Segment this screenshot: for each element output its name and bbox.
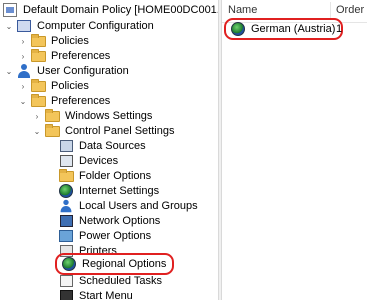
chevron-right-icon[interactable]: › — [18, 48, 28, 64]
power-options-icon — [58, 228, 74, 244]
tree-item-windows-settings[interactable]: › Windows Settings — [32, 108, 154, 124]
console-tree[interactable]: Default Domain Policy [HOME00DC001.HOME … — [0, 0, 218, 300]
network-options-icon — [58, 213, 74, 229]
chevron-right-icon[interactable]: › — [32, 108, 42, 124]
folder-icon — [30, 48, 46, 64]
start-menu-icon — [58, 288, 74, 300]
column-header-name[interactable]: Name — [228, 4, 257, 16]
tree-item-start-menu[interactable]: Start Menu — [58, 288, 135, 300]
chevron-right-icon[interactable]: › — [18, 78, 28, 94]
tree-item-label: Computer Configuration — [37, 20, 154, 32]
tree-item-network-options[interactable]: Network Options — [58, 213, 162, 229]
tree-item-computer-configuration[interactable]: ⌄ Computer Configuration — [4, 18, 156, 34]
tree-root-label: Default Domain Policy [HOME00DC001.HOME — [23, 4, 218, 16]
chevron-down-icon[interactable]: ⌄ — [18, 93, 28, 109]
tree-item-label: Windows Settings — [65, 110, 153, 122]
tree-item-label: Local Users and Groups — [79, 200, 198, 212]
tree-item-regional-options[interactable]: Regional Options — [55, 253, 175, 275]
folder-icon — [44, 108, 60, 124]
tree-item-label: Policies — [51, 80, 89, 92]
tree-item-label: Policies — [51, 35, 89, 47]
tree-item-folder-options[interactable]: Folder Options — [58, 168, 153, 184]
tree-item-uc-policies[interactable]: › Policies — [18, 78, 91, 94]
chevron-down-icon[interactable]: ⌄ — [4, 63, 14, 79]
selection-highlight-ring: Regional Options — [55, 253, 175, 275]
folder-options-icon — [58, 168, 74, 184]
tree-item-scheduled-tasks[interactable]: Scheduled Tasks — [58, 273, 164, 289]
tree-item-label: Internet Settings — [79, 185, 160, 197]
tree-item-label: Control Panel Settings — [65, 125, 175, 137]
chevron-right-icon[interactable]: › — [18, 33, 28, 49]
globe-icon — [230, 21, 246, 37]
tree-item-label: Start Menu — [79, 290, 133, 300]
tree-item-label: Scheduled Tasks — [79, 275, 162, 287]
tree-item-uc-preferences[interactable]: ⌄ Preferences — [18, 93, 112, 109]
tree-item-cc-policies[interactable]: › Policies — [18, 33, 91, 49]
folder-icon — [30, 78, 46, 94]
tree-item-label: Preferences — [51, 95, 111, 107]
list-row-name: German (Austria) — [251, 23, 336, 35]
data-sources-icon — [58, 138, 74, 154]
tree-item-cc-preferences[interactable]: › Preferences — [18, 48, 112, 64]
chevron-down-icon[interactable]: ⌄ — [32, 123, 42, 139]
tree-item-local-users-and-groups[interactable]: Local Users and Groups — [58, 198, 200, 214]
scheduled-tasks-icon — [58, 273, 74, 289]
folder-icon — [44, 123, 60, 139]
local-users-icon — [58, 198, 74, 214]
computer-icon — [16, 18, 32, 34]
column-header-order[interactable]: Order — [336, 4, 364, 16]
globe-icon — [61, 256, 77, 272]
list-row[interactable]: German (Austria) 1 — [224, 18, 364, 40]
user-icon — [16, 63, 32, 79]
tree-item-internet-settings[interactable]: Internet Settings — [58, 183, 161, 199]
tree-item-data-sources[interactable]: Data Sources — [58, 138, 148, 154]
tree-root[interactable]: Default Domain Policy [HOME00DC001.HOME — [2, 2, 218, 18]
policy-icon — [2, 2, 18, 18]
devices-icon — [58, 153, 74, 169]
details-list[interactable]: Name Order German (Austria) 1 — [222, 0, 367, 300]
chevron-down-icon[interactable]: ⌄ — [4, 18, 14, 34]
folder-icon — [30, 93, 46, 109]
tree-item-label: User Configuration — [37, 65, 129, 77]
tree-item-control-panel-settings[interactable]: ⌄ Control Panel Settings — [32, 123, 176, 139]
tree-item-label: Data Sources — [79, 140, 146, 152]
tree-item-user-configuration[interactable]: ⌄ User Configuration — [4, 63, 131, 79]
folder-icon — [30, 33, 46, 49]
tree-item-label: Regional Options — [82, 258, 167, 270]
tree-item-label: Devices — [79, 155, 119, 167]
tree-item-label: Preferences — [51, 50, 111, 62]
selection-highlight-ring: German (Austria) — [224, 18, 344, 40]
tree-item-devices[interactable]: Devices — [58, 153, 120, 169]
internet-settings-icon — [58, 183, 74, 199]
tree-item-label: Network Options — [79, 215, 161, 227]
tree-item-label: Folder Options — [79, 170, 152, 182]
tree-item-power-options[interactable]: Power Options — [58, 228, 153, 244]
tree-item-label: Power Options — [79, 230, 152, 242]
list-row-order: 1 — [336, 23, 343, 35]
